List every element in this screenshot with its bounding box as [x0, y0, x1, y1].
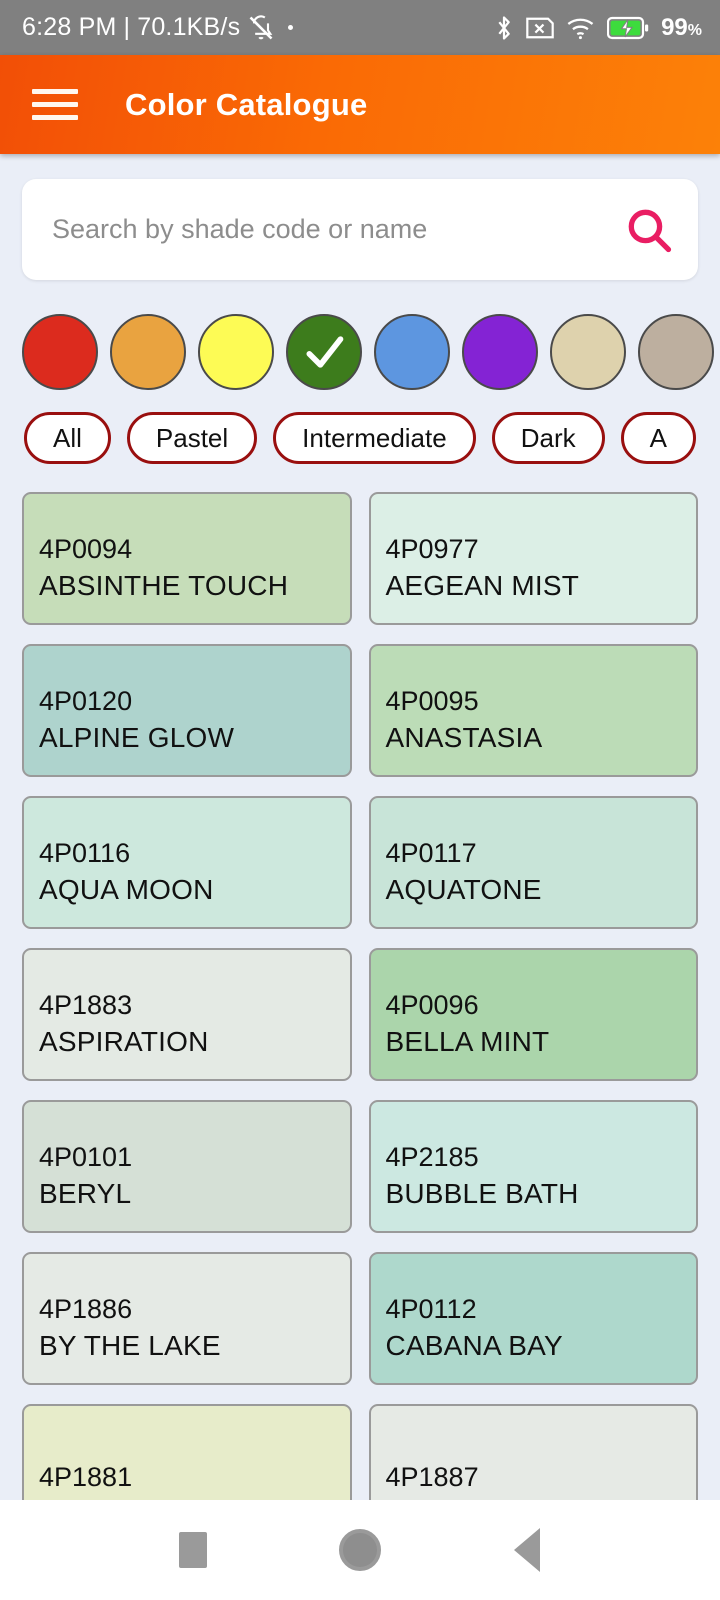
color-card[interactable]: 4P0120 ALPINE GLOW [22, 644, 352, 777]
battery-charging-icon [607, 16, 649, 39]
color-card[interactable]: 4P1881 [22, 1404, 352, 1500]
color-card[interactable]: 4P0116 AQUA MOON [22, 796, 352, 929]
filter-chip-label: All [53, 422, 82, 453]
color-grid: 4P0094 ABSINTHE TOUCH 4P0977 AEGEAN MIST 4P0… [22, 492, 698, 1500]
filter-chip-pastel[interactable]: Pastel [126, 412, 258, 464]
color-grid-section: 4P0094 ABSINTHE TOUCH 4P0977 AEGEAN MIST 4P0… [0, 464, 720, 1500]
color-circle-blue[interactable] [374, 314, 450, 390]
color-card-name: ALPINE GLOW [39, 722, 235, 754]
color-card[interactable]: 4P0095 ANASTASIA [368, 644, 698, 777]
color-circle-purple[interactable] [462, 314, 538, 390]
color-card-name: BY THE LAKE [39, 1330, 221, 1362]
color-card[interactable]: 4P0977 AEGEAN MIST [368, 492, 698, 625]
color-circle-orange[interactable] [110, 314, 186, 390]
color-card[interactable]: 4P0096 BELLA MINT [368, 948, 698, 1081]
square-recents-icon[interactable] [158, 1515, 228, 1585]
bell-muted-icon [249, 14, 273, 39]
status-bar-left: 6:28 PM | 70.1KB/s [22, 13, 294, 42]
color-card[interactable]: 4P0094 ABSINTHE TOUCH [22, 492, 352, 625]
color-card-name: ANASTASIA [385, 722, 543, 754]
color-card-code: 4P1887 [385, 1462, 479, 1493]
battery-percent: 99% [661, 13, 702, 41]
filter-chip-dark[interactable]: Dark [491, 412, 605, 464]
color-circle-taupe[interactable] [638, 314, 714, 390]
color-card-name: ASPIRATION [39, 1026, 209, 1058]
circle-home-icon[interactable] [325, 1515, 395, 1585]
hamburger-menu-icon[interactable] [32, 85, 78, 125]
color-card-code: 4P0977 [385, 534, 479, 565]
color-card-name: BUBBLE BATH [385, 1178, 579, 1210]
color-circle-red[interactable] [22, 314, 98, 390]
color-card[interactable]: 4P2185 BUBBLE BATH [368, 1100, 698, 1233]
color-circle-beige[interactable] [550, 314, 626, 390]
color-card-code: 4P0101 [39, 1142, 133, 1173]
page-title: Color Catalogue [125, 86, 368, 122]
color-card-code: 4P0120 [39, 686, 133, 717]
color-card-name: AQUATONE [385, 874, 542, 906]
status-network-speed: 70.1KB/s [137, 13, 241, 41]
color-card[interactable]: 4P0117 AQUATONE [368, 796, 698, 929]
color-card-code: 4P2185 [385, 1142, 479, 1173]
main-content: All Pastel Intermediate Dark A 4P0094 ABSINTH… [0, 154, 720, 1500]
color-card-code: 4P0116 [39, 838, 131, 869]
filter-chip-label: A [649, 422, 667, 453]
color-card-code: 4P0112 [385, 1294, 477, 1325]
sim-card-missing-icon [526, 17, 554, 38]
filter-chip-row: All Pastel Intermediate Dark A [0, 390, 720, 464]
filter-chip-a[interactable]: A [620, 412, 696, 464]
filter-chip-label: Pastel [155, 422, 229, 453]
search-section [0, 154, 720, 280]
color-card[interactable]: 4P1886 BY THE LAKE [22, 1252, 352, 1385]
color-card-name: CABANA BAY [385, 1330, 563, 1362]
filter-chip-label: Intermediate [302, 422, 447, 453]
app-bar: Color Catalogue [0, 55, 720, 154]
dot-icon [288, 25, 294, 30]
status-bar-right: 99% [494, 14, 702, 42]
color-card-name: BELLA MINT [385, 1026, 550, 1058]
color-circle-green[interactable] [286, 314, 362, 390]
wifi-icon [567, 18, 594, 39]
color-card-code: 4P0094 [39, 534, 133, 565]
search-icon[interactable] [626, 207, 672, 253]
search-input[interactable] [52, 214, 616, 245]
color-card[interactable]: 4P0112 CABANA BAY [368, 1252, 698, 1385]
color-card-code: 4P0095 [385, 686, 479, 717]
color-card[interactable]: 4P1887 [368, 1404, 698, 1500]
color-card-name: BERYL [39, 1178, 132, 1210]
color-card-code: 4P1881 [39, 1462, 133, 1493]
filter-chip-all[interactable]: All [24, 412, 111, 464]
bluetooth-icon [498, 15, 510, 40]
phone-screen: 6:28 PM | 70.1KB/s 99% Color Catalogue S… [0, 0, 720, 1600]
check-icon [306, 336, 344, 368]
color-card-code: 4P1883 [39, 990, 133, 1021]
color-card-code: 4P0096 [385, 990, 479, 1021]
triangle-back-icon[interactable] [492, 1515, 562, 1585]
search-bar[interactable] [22, 179, 698, 280]
android-nav-bar [0, 1500, 720, 1600]
color-card-name: AEGEAN MIST [385, 570, 580, 602]
color-card[interactable]: 4P1883 ASPIRATION [22, 948, 352, 1081]
status-separator: | [123, 13, 131, 41]
filter-chip-label: Dark [520, 422, 576, 453]
color-card-name: AQUA MOON [39, 874, 214, 906]
color-card-code: 4P0117 [385, 838, 477, 869]
color-card-code: 4P1886 [39, 1294, 133, 1325]
status-time: 6:28 PM [22, 13, 117, 41]
filter-chip-intermediate[interactable]: Intermediate [273, 412, 476, 464]
color-card-name: ABSINTHE TOUCH [39, 570, 289, 602]
color-circle-yellow[interactable] [198, 314, 274, 390]
color-filter-circles [0, 280, 720, 390]
status-bar: 6:28 PM | 70.1KB/s 99% [0, 0, 720, 55]
color-card[interactable]: 4P0101 BERYL [22, 1100, 352, 1233]
